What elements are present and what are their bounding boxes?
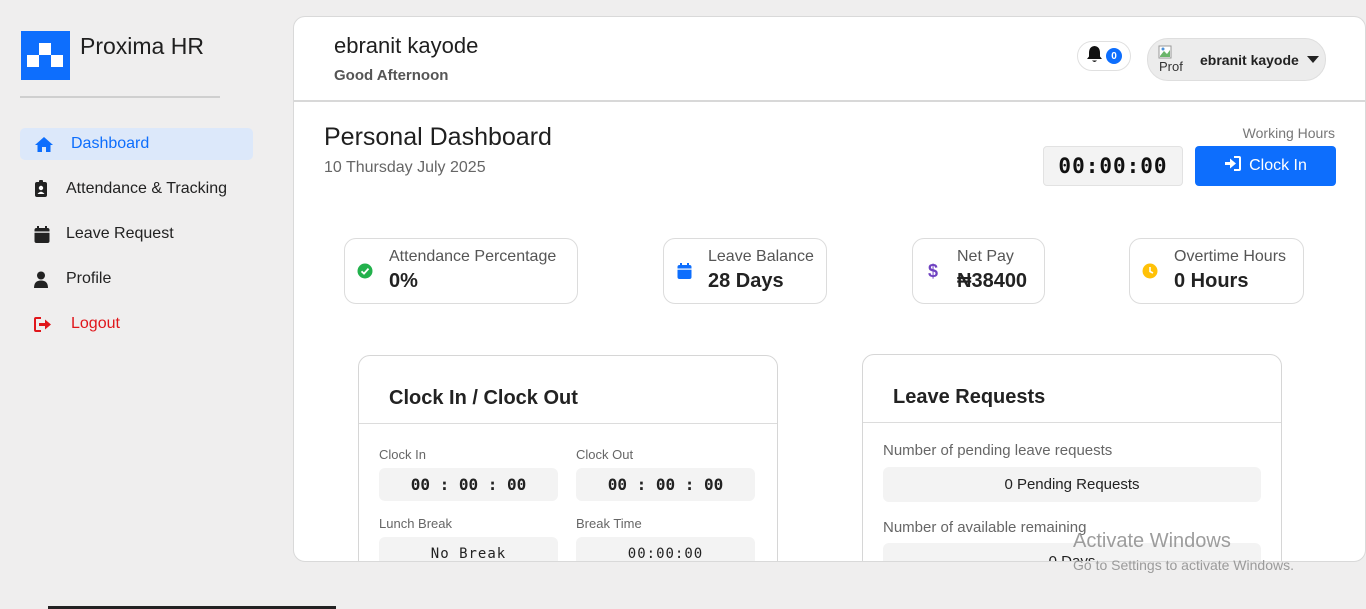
check-circle-icon xyxy=(357,263,373,279)
break-time-value: 00:00:00 xyxy=(576,537,755,561)
working-hours-timer: 00:00:00 xyxy=(1043,146,1183,186)
page-date: 10 Thursday July 2025 xyxy=(324,159,486,176)
brand-name: Proxima HR xyxy=(80,33,204,59)
remaining-label: Number of available remaining xyxy=(883,519,1087,536)
sign-out-icon xyxy=(34,315,56,333)
stat-label: Attendance Percentage xyxy=(389,248,557,265)
lunch-break-value: No Break xyxy=(379,537,558,561)
sidebar-nav: Dashboard Attendance & Tracking Leave Re… xyxy=(20,128,253,353)
sidebar: Proxima HR Dashboard Attendance & Tracki… xyxy=(0,0,275,609)
sidebar-item-dashboard[interactable]: Dashboard xyxy=(20,128,253,160)
dollar-icon: $ xyxy=(927,260,938,281)
profile-name: ebranit kayode xyxy=(1200,51,1299,68)
clock-out-time: 00 : 00 : 00 xyxy=(576,468,755,501)
stat-label: Overtime Hours xyxy=(1174,248,1287,265)
avatar-alt-text: Prof xyxy=(1159,58,1183,74)
sidebar-item-profile[interactable]: Profile xyxy=(20,263,253,295)
stat-value: ₦38400 xyxy=(957,270,1028,292)
card-title: Clock In / Clock Out xyxy=(389,387,578,409)
sidebar-item-label: Leave Request xyxy=(66,225,174,242)
notification-count-badge: 0 xyxy=(1106,48,1122,64)
calendar-icon xyxy=(34,225,56,243)
watermark-subtitle: Go to Settings to activate Windows. xyxy=(1073,557,1294,573)
clock-icon xyxy=(1142,263,1158,279)
sign-in-icon xyxy=(1224,156,1242,176)
stat-label: Leave Balance xyxy=(708,248,814,265)
sidebar-item-label: Dashboard xyxy=(71,135,150,152)
chevron-down-icon xyxy=(1306,56,1319,63)
break-time-label: Break Time xyxy=(576,516,642,531)
clock-in-time: 00 : 00 : 00 xyxy=(379,468,558,501)
stat-card-net-pay: $ Net Pay ₦38400 xyxy=(912,238,1045,304)
stat-value: 0% xyxy=(389,270,418,292)
sidebar-item-label: Attendance & Tracking xyxy=(66,180,227,197)
sidebar-item-leave-request[interactable]: Leave Request xyxy=(20,218,253,250)
main-panel: ebranit kayode Good Afternoon 0 Prof ebr… xyxy=(293,16,1366,562)
pending-requests-value: 0 Pending Requests xyxy=(883,467,1261,502)
stat-value: 0 Hours xyxy=(1174,270,1249,292)
clock-card: Clock In / Clock Out Clock In 00 : 00 : … xyxy=(358,355,778,561)
stat-card-leave-balance: Leave Balance 28 Days xyxy=(663,238,827,304)
bell-icon xyxy=(1086,45,1103,68)
sidebar-item-label: Profile xyxy=(66,270,112,287)
page-title: Personal Dashboard xyxy=(324,123,552,151)
logo-icon xyxy=(21,31,70,80)
broken-image-icon xyxy=(1158,45,1172,58)
stat-label: Net Pay xyxy=(957,248,1014,265)
stat-value: 28 Days xyxy=(708,270,784,292)
avatar[interactable]: Prof xyxy=(1158,45,1188,75)
user-name: ebranit kayode xyxy=(334,33,479,58)
top-bar: ebranit kayode Good Afternoon 0 Prof ebr… xyxy=(294,17,1365,102)
card-header: Clock In / Clock Out xyxy=(359,356,777,424)
brand[interactable]: Proxima HR xyxy=(21,31,204,80)
profile-menu-button[interactable]: Prof ebranit kayode xyxy=(1147,38,1326,81)
stat-card-overtime: Overtime Hours 0 Hours xyxy=(1129,238,1304,304)
card-title: Leave Requests xyxy=(893,386,1046,408)
notifications-button[interactable]: 0 xyxy=(1077,41,1131,71)
calendar-icon xyxy=(676,263,692,279)
home-icon xyxy=(34,135,56,153)
card-header: Leave Requests xyxy=(863,355,1281,423)
user-icon xyxy=(34,270,56,288)
greeting: Good Afternoon xyxy=(334,67,449,84)
sidebar-item-attendance[interactable]: Attendance & Tracking xyxy=(20,173,253,205)
sidebar-item-label: Logout xyxy=(71,315,120,332)
clock-in-field-label: Clock In xyxy=(379,447,426,462)
clock-in-label: Clock In xyxy=(1249,157,1307,174)
activate-windows-watermark: Activate Windows Go to Settings to activ… xyxy=(1073,530,1294,573)
stat-card-attendance: Attendance Percentage 0% xyxy=(344,238,578,304)
lunch-break-label: Lunch Break xyxy=(379,516,452,531)
working-hours-label: Working Hours xyxy=(1242,125,1335,141)
brand-divider xyxy=(20,96,220,98)
pending-requests-label: Number of pending leave requests xyxy=(883,442,1113,459)
id-badge-icon xyxy=(34,180,56,198)
sidebar-item-logout[interactable]: Logout xyxy=(20,308,253,340)
clock-out-field-label: Clock Out xyxy=(576,447,634,462)
clock-in-button[interactable]: Clock In xyxy=(1195,146,1336,186)
watermark-title: Activate Windows xyxy=(1073,530,1231,552)
